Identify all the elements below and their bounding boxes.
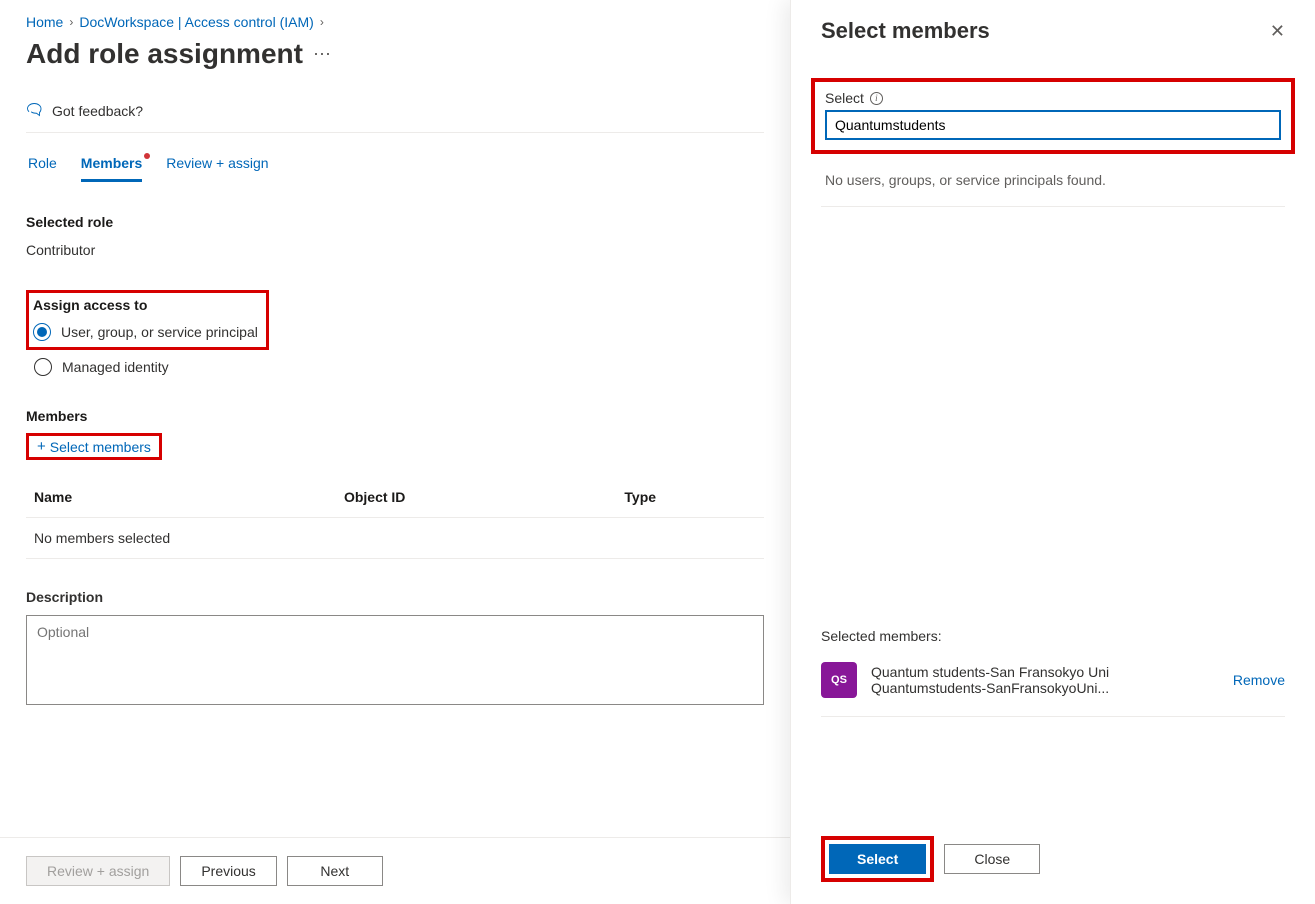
description-label: Description (26, 589, 764, 605)
next-button[interactable]: Next (287, 856, 383, 886)
chevron-right-icon: › (69, 15, 73, 29)
table-row: No members selected (26, 518, 764, 559)
breadcrumb-home[interactable]: Home (26, 14, 63, 30)
previous-button[interactable]: Previous (180, 856, 276, 886)
tabs: Role Members Review + assign (26, 155, 764, 182)
empty-row: No members selected (26, 518, 764, 559)
members-label: Members (26, 408, 764, 424)
close-icon[interactable]: ✕ (1270, 21, 1285, 42)
select-members-panel: Select members ✕ Select i No users, grou… (790, 0, 1315, 904)
selected-role-label: Selected role (26, 214, 764, 230)
panel-footer: Select Close (821, 818, 1285, 904)
tab-members[interactable]: Members (81, 155, 142, 182)
more-icon[interactable]: ⋯ (313, 44, 332, 65)
plus-icon: + (37, 438, 46, 455)
feedback-link[interactable]: Got feedback? (26, 102, 764, 133)
tab-review[interactable]: Review + assign (166, 155, 268, 182)
selected-role-value: Contributor (26, 242, 764, 258)
chevron-right-icon: › (320, 15, 324, 29)
highlight-select-members: + Select members (26, 433, 162, 460)
assign-access-label: Assign access to (33, 297, 258, 313)
description-input[interactable] (26, 615, 764, 705)
selected-member-row: QS Quantum students-San Fransokyo Uni Qu… (821, 658, 1285, 717)
review-assign-button[interactable]: Review + assign (26, 856, 170, 886)
breadcrumb: Home › DocWorkspace | Access control (IA… (26, 14, 764, 30)
highlight-select-button: Select (821, 836, 934, 882)
col-object-id: Object ID (336, 477, 616, 518)
breadcrumb-workspace[interactable]: DocWorkspace | Access control (IAM) (79, 14, 313, 30)
unsaved-dot-icon (144, 153, 150, 159)
select-button[interactable]: Select (829, 844, 926, 874)
radio-managed-identity[interactable]: Managed identity (34, 358, 764, 376)
members-table: Name Object ID Type No members selected (26, 477, 764, 559)
feedback-text: Got feedback? (52, 103, 143, 119)
page-title: Add role assignment (26, 38, 303, 70)
feedback-icon (26, 102, 44, 120)
radio-icon (33, 323, 51, 341)
radio-icon (34, 358, 52, 376)
member-upn: Quantumstudents-SanFransokyoUni... (871, 680, 1209, 696)
highlight-search: Select i (811, 78, 1295, 154)
highlight-assign-access: Assign access to User, group, or service… (26, 290, 269, 350)
info-icon[interactable]: i (870, 92, 883, 105)
tab-role[interactable]: Role (28, 155, 57, 182)
avatar: QS (821, 662, 857, 698)
panel-title: Select members (821, 18, 990, 44)
select-members-link[interactable]: + Select members (35, 434, 153, 459)
col-type: Type (616, 477, 764, 518)
search-input[interactable] (825, 110, 1281, 140)
no-results-text: No users, groups, or service principals … (821, 154, 1285, 207)
member-name: Quantum students-San Fransokyo Uni (871, 664, 1209, 680)
radio-user-group[interactable]: User, group, or service principal (33, 323, 258, 341)
close-button[interactable]: Close (944, 844, 1040, 874)
remove-member-link[interactable]: Remove (1233, 672, 1285, 688)
col-name: Name (26, 477, 336, 518)
footer: Review + assign Previous Next (0, 837, 790, 904)
select-label: Select (825, 90, 864, 106)
selected-members-label: Selected members: (821, 628, 1285, 644)
